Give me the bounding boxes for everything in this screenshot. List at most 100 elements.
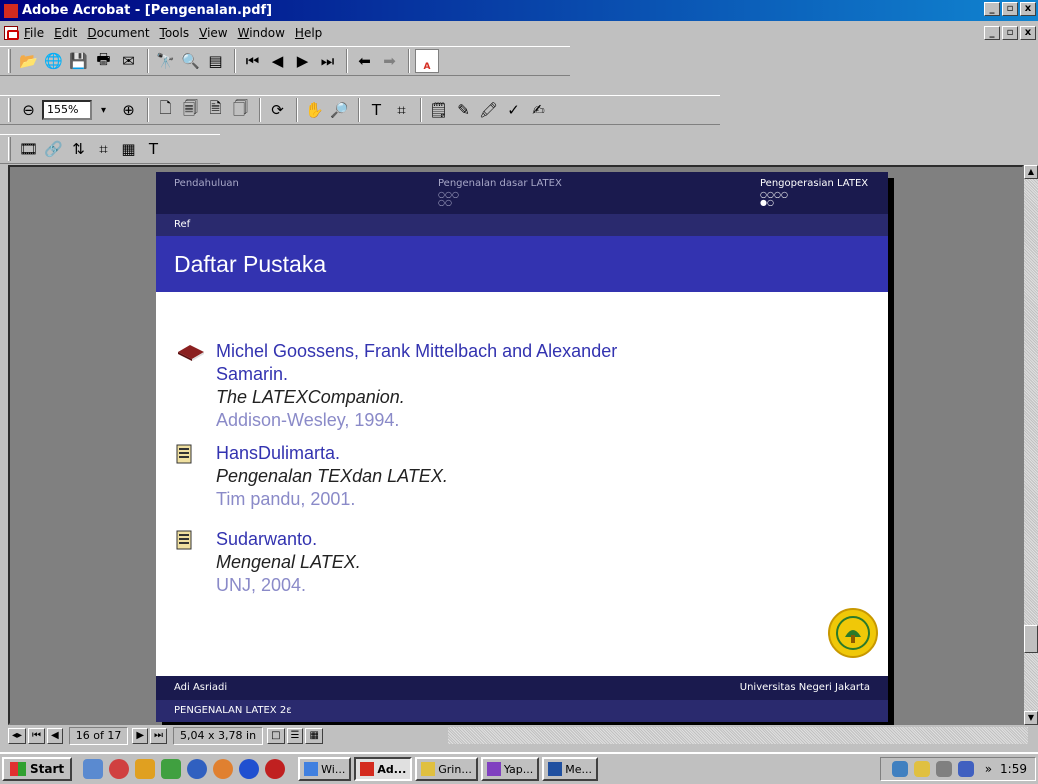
menu-tools[interactable]: Tools [160,26,190,40]
zoom-in-icon[interactable]: ⊕ [117,99,140,121]
print-icon[interactable]: 🖶 [92,50,115,72]
split-toggle-icon[interactable]: ◂▸ [8,728,27,744]
ie-icon[interactable] [239,759,260,779]
horizontal-scrollbar[interactable] [448,727,1028,744]
nav-section-3[interactable]: Pengoperasian LATEX ○○○○ ●○ [760,178,868,207]
app-icon[interactable] [135,759,156,779]
navigation-pane-icon[interactable]: ▤ [204,50,227,72]
first-page-icon[interactable]: ⏮ [241,50,264,72]
fit-page-icon[interactable]: 🗐 [179,99,202,121]
close-button[interactable]: x [1020,2,1036,16]
internet-explorer-icon[interactable] [187,759,208,779]
next-page-icon[interactable]: ▶ [291,50,314,72]
zoom-tool-icon[interactable]: 🔎 [328,99,351,121]
network-icon[interactable] [891,761,908,777]
facing-pages-icon[interactable]: ▦ [305,728,323,744]
previous-page-icon[interactable]: ◀ [266,50,289,72]
last-page-button[interactable]: ⏭ [150,728,168,744]
minimize-button[interactable]: _ [984,2,1000,16]
browser-icon[interactable] [109,759,130,779]
bib-publisher: Addison-Wesley, 1994. [216,410,400,430]
tray-icon[interactable] [957,761,974,777]
first-page-button[interactable]: ⏮ [28,728,46,744]
toolbar-grip[interactable] [8,98,11,122]
highlight-tool-icon[interactable]: 🖍 [477,99,500,121]
taskbar-item[interactable]: Wi... [298,757,352,781]
adobe-logo-icon[interactable]: A [415,49,439,73]
previous-page-button[interactable]: ◀ [47,728,63,744]
email-icon[interactable]: ✉ [117,50,140,72]
crop-tool-icon[interactable]: ⌗ [92,138,115,160]
firefox-icon[interactable] [213,759,234,779]
touchup-text-icon[interactable]: T [142,138,165,160]
continuous-icon[interactable]: ☰ [286,728,304,744]
open-icon[interactable]: 📂 [17,50,40,72]
taskbar-item[interactable]: Grin... [415,757,478,781]
open-web-icon[interactable]: 🌐 [42,50,65,72]
app-icon[interactable] [161,759,182,779]
scroll-down-button[interactable]: ▼ [1024,711,1038,725]
graphics-select-icon[interactable]: ⌗ [390,99,413,121]
menu-help[interactable]: Help [295,26,322,40]
link-tool-icon[interactable]: 🔗 [42,138,65,160]
note-tool-icon[interactable]: 🗒 [427,99,450,121]
scroll-thumb[interactable] [1024,625,1038,653]
pdf-document-icon[interactable] [4,26,19,40]
article-tool-icon[interactable]: ⇅ [67,138,90,160]
page-number-field[interactable]: 16 of 17 [68,727,129,745]
tray-expand-icon[interactable]: » [985,762,992,776]
menu-file[interactable]: File [24,26,44,40]
maximize-button[interactable]: ▫ [1002,2,1018,16]
doc-restore-button[interactable]: ▫ [1002,26,1018,40]
scroll-up-button[interactable]: ▲ [1024,165,1038,179]
fit-width-icon[interactable]: 🗎 [204,99,227,121]
search-icon[interactable]: 🔍 [179,50,202,72]
menu-view[interactable]: View [199,26,227,40]
bib-publisher: Tim pandu, 2001. [216,489,356,509]
spell-check-icon[interactable]: ✓ [502,99,525,121]
taskbar-item-active[interactable]: Ad... [354,757,413,781]
hand-tool-icon[interactable]: ✋ [303,99,326,121]
form-tool-icon[interactable]: ▦ [117,138,140,160]
taskbar-item[interactable]: Yap... [480,757,540,781]
zoom-dropdown-icon[interactable]: ▾ [92,99,115,121]
desktop-icon[interactable] [83,759,104,779]
frame-title: Daftar Pustaka [156,236,888,292]
nav-section-1[interactable]: Pendahuluan [174,178,239,189]
single-page-icon[interactable]: □ [267,728,285,744]
taskbar-item[interactable]: Me... [542,757,599,781]
doc-minimize-button[interactable]: _ [984,26,1000,40]
toolbar-grip[interactable] [8,49,11,73]
rotate-icon[interactable]: ⟳ [266,99,289,121]
window-title-bar[interactable]: Adobe Acrobat - [Pengenalan.pdf] _ ▫ x [0,0,1038,21]
tray-icon[interactable] [913,761,930,777]
doc-close-button[interactable]: x [1020,26,1036,40]
vertical-scrollbar[interactable]: ▲ ▼ [1024,165,1038,725]
next-page-button[interactable]: ▶ [132,728,149,744]
menu-document[interactable]: Document [87,26,149,40]
menu-edit[interactable]: Edit [54,26,77,40]
go-back-icon[interactable]: ⬅ [353,50,376,72]
actual-size-icon[interactable]: 🗋 [154,99,177,121]
last-page-icon[interactable]: ⏭ [316,50,339,72]
opera-icon[interactable] [265,759,286,779]
menu-window[interactable]: Window [238,26,285,40]
movie-tool-icon[interactable]: 🎞 [17,138,40,160]
university-seal-logo [828,608,878,658]
sign-tool-icon[interactable]: ✍ [527,99,550,121]
nav-section-2[interactable]: Pengenalan dasar LATEX ○○○ ○○ [438,178,562,207]
text-select-icon[interactable]: T [365,99,388,121]
save-icon[interactable]: 💾 [67,50,90,72]
start-button[interactable]: Start [2,757,73,781]
bib-title: Pengenalan TEXdan LATEX. [216,466,448,486]
fit-visible-icon[interactable]: 🗍 [229,99,252,121]
window-controls: _ ▫ x [984,2,1036,16]
pencil-tool-icon[interactable]: ✎ [452,99,475,121]
go-forward-icon[interactable]: ➡ [378,50,401,72]
toolbar-grip[interactable] [8,137,11,161]
find-icon[interactable]: 🔭 [154,50,177,72]
footer-title: PENGENALAN LATEX 2ε [156,700,888,722]
zoom-out-icon[interactable]: ⊖ [17,99,40,121]
tray-icon[interactable] [935,761,952,777]
zoom-input[interactable]: 155% [42,100,92,120]
